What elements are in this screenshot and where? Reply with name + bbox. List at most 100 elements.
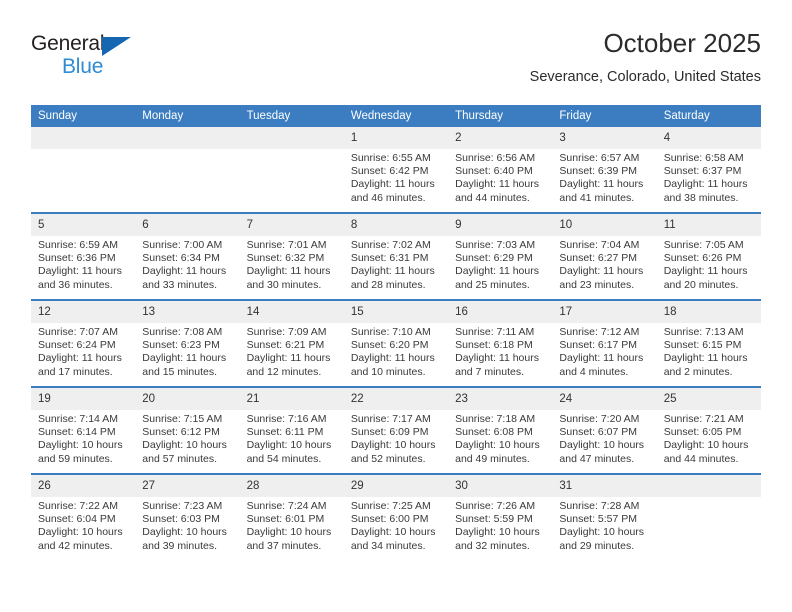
calendar-day-cell[interactable]: 26 Sunrise: 7:22 AM Sunset: 6:04 PM Dayligh…: [31, 473, 136, 560]
calendar-day-cell[interactable]: 10 Sunrise: 7:04 AM Sunset: 6:27 PM Dayligh…: [552, 212, 657, 300]
sunset-text: Sunset: 5:59 PM: [455, 513, 533, 526]
daylight-text-line1: Daylight: 10 hours: [38, 439, 123, 452]
daylight-text-line2: and 28 minutes.: [350, 278, 426, 291]
daylight-text-line1: Daylight: 11 hours: [663, 178, 748, 191]
daylight-text-line1: Daylight: 11 hours: [455, 265, 539, 278]
calendar-day-cell[interactable]: 15 Sunrise: 7:10 AM Sunset: 6:20 PM Dayligh…: [343, 299, 449, 387]
day-sun-info: Sunrise: 7:25 AM Sunset: 6:00 PM Daylight:…: [344, 497, 448, 553]
calendar-day-cell[interactable]: 30 Sunrise: 7:26 AM Sunset: 5:59 PM Dayligh…: [448, 473, 553, 560]
sunrise-text: Sunrise: 7:07 AM: [38, 326, 118, 338]
calendar-day-cell[interactable]: 24 Sunrise: 7:20 AM Sunset: 6:07 PM Dayligh…: [552, 386, 657, 474]
sunset-text: Sunset: 6:14 PM: [38, 426, 116, 439]
daylight-text-line2: and 46 minutes.: [350, 191, 426, 204]
sunrise-text: Sunrise: 7:20 AM: [559, 413, 640, 425]
sunrise-text: Sunrise: 7:10 AM: [350, 326, 431, 338]
calendar-day-cell[interactable]: 4 Sunrise: 6:58 AM Sunset: 6:37 PM Daylight…: [656, 127, 761, 213]
sunset-text: Sunset: 6:18 PM: [455, 339, 533, 352]
day-sun-info: Sunrise: 7:26 AM Sunset: 5:59 PM Daylight:…: [448, 497, 552, 553]
weekday-header-friday: Friday: [552, 105, 657, 127]
sunrise-text: Sunrise: 7:14 AM: [38, 413, 118, 425]
weekday-header-wednesday: Wednesday: [343, 105, 449, 127]
day-sun-info: Sunrise: 7:14 AM Sunset: 6:14 PM Daylight:…: [31, 410, 135, 466]
day-number: 25: [656, 388, 761, 410]
daylight-text-line2: and 49 minutes.: [455, 452, 530, 465]
daylight-text-line2: and 20 minutes.: [663, 278, 739, 291]
daylight-text-line2: and 54 minutes.: [246, 452, 322, 465]
day-number: 7: [239, 214, 344, 236]
sunrise-text: Sunrise: 7:26 AM: [455, 500, 536, 512]
calendar-day-cell[interactable]: 6 Sunrise: 7:00 AM Sunset: 6:34 PM Daylight…: [135, 212, 240, 300]
day-sun-info: Sunrise: 7:23 AM Sunset: 6:03 PM Daylight:…: [135, 497, 239, 553]
calendar-day-cell[interactable]: 21 Sunrise: 7:16 AM Sunset: 6:11 PM Dayligh…: [239, 386, 344, 474]
day-number: 15: [343, 301, 449, 323]
calendar-day-cell[interactable]: 7 Sunrise: 7:01 AM Sunset: 6:32 PM Daylight…: [239, 212, 344, 300]
daylight-text-line1: Daylight: 10 hours: [559, 439, 645, 452]
calendar-week-row: 1 Sunrise: 6:55 AM Sunset: 6:42 PM Daylight…: [31, 127, 761, 213]
daylight-text-line2: and 39 minutes.: [142, 539, 217, 552]
day-number: 23: [448, 388, 553, 410]
sunset-text: Sunset: 6:17 PM: [559, 339, 638, 352]
calendar-body: 1 Sunrise: 6:55 AM Sunset: 6:42 PM Daylight…: [31, 127, 761, 560]
calendar-day-cell[interactable]: 25 Sunrise: 7:21 AM Sunset: 6:05 PM Dayligh…: [656, 386, 761, 474]
sunset-text: Sunset: 6:01 PM: [246, 513, 325, 526]
calendar-day-cell[interactable]: 29 Sunrise: 7:25 AM Sunset: 6:00 PM Dayligh…: [343, 473, 449, 560]
calendar-day-cell[interactable]: 31 Sunrise: 7:28 AM Sunset: 5:57 PM Dayligh…: [552, 473, 657, 560]
day-number: 4: [656, 127, 761, 149]
daylight-text-line2: and 23 minutes.: [559, 278, 635, 291]
calendar-day-cell[interactable]: 11 Sunrise: 7:05 AM Sunset: 6:26 PM Dayligh…: [656, 212, 761, 300]
sunset-text: Sunset: 6:04 PM: [38, 513, 116, 526]
daylight-text-line2: and 7 minutes.: [455, 365, 525, 378]
day-sun-info: Sunrise: 7:20 AM Sunset: 6:07 PM Daylight:…: [552, 410, 656, 466]
calendar-day-cell[interactable]: 3 Sunrise: 6:57 AM Sunset: 6:39 PM Daylight…: [552, 127, 657, 213]
general-blue-logo: General Blue: [31, 32, 151, 84]
sunrise-text: Sunrise: 7:12 AM: [559, 326, 640, 338]
sunrise-text: Sunrise: 7:11 AM: [455, 326, 535, 338]
day-sun-info: Sunrise: 7:09 AM Sunset: 6:21 PM Daylight:…: [240, 323, 344, 379]
calendar-day-cell[interactable]: 12 Sunrise: 7:07 AM Sunset: 6:24 PM Dayligh…: [31, 299, 136, 387]
logo-text-blue: Blue: [62, 55, 104, 78]
day-sun-info: Sunrise: 7:07 AM Sunset: 6:24 PM Daylight:…: [31, 323, 135, 379]
daylight-text-line1: Daylight: 10 hours: [663, 439, 749, 452]
logo-triangle-icon: [102, 37, 131, 56]
day-sun-info: Sunrise: 6:58 AM Sunset: 6:37 PM Daylight:…: [657, 149, 761, 205]
weekday-header-saturday: Saturday: [656, 105, 761, 127]
sunset-text: Sunset: 6:12 PM: [142, 426, 220, 439]
calendar-day-cell[interactable]: 13 Sunrise: 7:08 AM Sunset: 6:23 PM Dayligh…: [135, 299, 240, 387]
sunset-text: Sunset: 6:20 PM: [350, 339, 429, 352]
day-sun-info: Sunrise: 7:17 AM Sunset: 6:09 PM Daylight:…: [344, 410, 448, 466]
daylight-text-line2: and 2 minutes.: [663, 365, 733, 378]
calendar-day-cell[interactable]: 17 Sunrise: 7:12 AM Sunset: 6:17 PM Dayligh…: [552, 299, 657, 387]
daylight-text-line1: Daylight: 11 hours: [663, 352, 748, 365]
calendar-day-cell[interactable]: 8 Sunrise: 7:02 AM Sunset: 6:31 PM Daylight…: [343, 212, 449, 300]
calendar-day-cell[interactable]: 23 Sunrise: 7:18 AM Sunset: 6:08 PM Dayligh…: [448, 386, 553, 474]
calendar-day-cell[interactable]: 1 Sunrise: 6:55 AM Sunset: 6:42 PM Daylight…: [343, 127, 449, 213]
sunset-text: Sunset: 6:24 PM: [38, 339, 116, 352]
daylight-text-line1: Daylight: 11 hours: [246, 352, 331, 365]
day-number: 2: [448, 127, 553, 149]
calendar-day-cell[interactable]: 14 Sunrise: 7:09 AM Sunset: 6:21 PM Dayligh…: [239, 299, 344, 387]
calendar-day-cell[interactable]: 5 Sunrise: 6:59 AM Sunset: 6:36 PM Daylight…: [31, 212, 136, 300]
day-number: 24: [552, 388, 657, 410]
title-block: October 2025 Severance, Colorado, United…: [530, 28, 761, 87]
calendar-day-cell[interactable]: 22 Sunrise: 7:17 AM Sunset: 6:09 PM Dayligh…: [343, 386, 449, 474]
daylight-text-line1: Daylight: 11 hours: [246, 265, 331, 278]
calendar-day-cell[interactable]: 27 Sunrise: 7:23 AM Sunset: 6:03 PM Dayligh…: [135, 473, 240, 560]
calendar-day-cell[interactable]: 28 Sunrise: 7:24 AM Sunset: 6:01 PM Dayligh…: [239, 473, 344, 560]
sunset-text: Sunset: 6:39 PM: [559, 165, 638, 178]
calendar-day-cell[interactable]: 2 Sunrise: 6:56 AM Sunset: 6:40 PM Daylight…: [448, 127, 553, 213]
sunset-text: Sunset: 5:57 PM: [559, 513, 638, 526]
weekday-header-sunday: Sunday: [31, 105, 136, 127]
calendar-day-cell[interactable]: 20 Sunrise: 7:15 AM Sunset: 6:12 PM Dayligh…: [135, 386, 240, 474]
day-number: 22: [343, 388, 449, 410]
daylight-text-line1: Daylight: 11 hours: [142, 352, 227, 365]
calendar-day-cell[interactable]: 16 Sunrise: 7:11 AM Sunset: 6:18 PM Dayligh…: [448, 299, 553, 387]
calendar-day-cell[interactable]: 9 Sunrise: 7:03 AM Sunset: 6:29 PM Daylight…: [448, 212, 553, 300]
day-sun-info: Sunrise: 7:11 AM Sunset: 6:18 PM Daylight:…: [448, 323, 552, 379]
day-sun-info: Sunrise: 7:12 AM Sunset: 6:17 PM Daylight:…: [552, 323, 656, 379]
calendar-day-cell[interactable]: 19 Sunrise: 7:14 AM Sunset: 6:14 PM Dayligh…: [31, 386, 136, 474]
daylight-text-line2: and 29 minutes.: [559, 539, 635, 552]
day-number: 18: [656, 301, 761, 323]
sunset-text: Sunset: 6:26 PM: [663, 252, 742, 265]
daylight-text-line1: Daylight: 11 hours: [559, 265, 644, 278]
calendar-day-cell[interactable]: 18 Sunrise: 7:13 AM Sunset: 6:15 PM Dayligh…: [656, 299, 761, 387]
